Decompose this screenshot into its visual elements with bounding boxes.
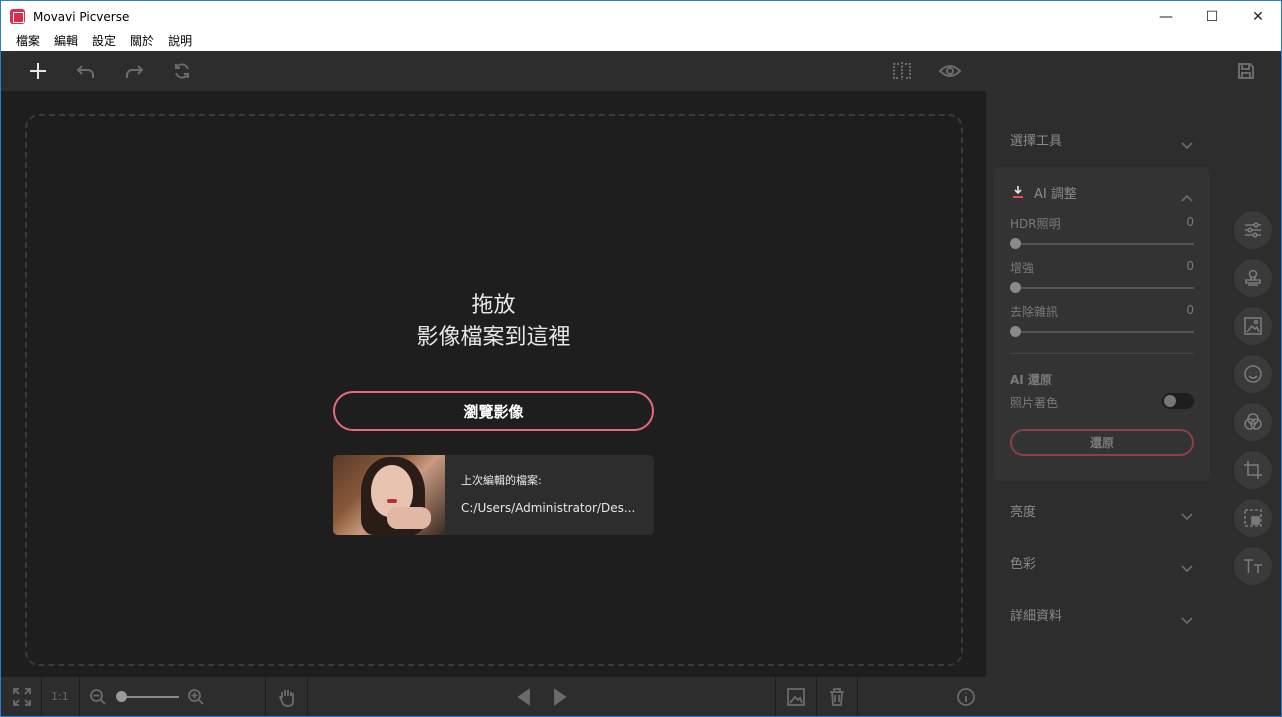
- minimize-button[interactable]: —: [1143, 1, 1189, 32]
- colorize-label: 照片著色: [1010, 396, 1059, 410]
- zoom-out-icon[interactable]: [87, 686, 109, 708]
- enhance-handle[interactable]: [1010, 282, 1021, 293]
- zoom-slider-track[interactable]: [121, 696, 179, 698]
- section-color[interactable]: 色彩: [1010, 553, 1036, 572]
- save-icon[interactable]: [1233, 59, 1259, 83]
- colorize-toggle[interactable]: [1162, 393, 1194, 409]
- zoom-in-icon[interactable]: [185, 686, 207, 708]
- face-retouch-icon[interactable]: [1234, 355, 1272, 393]
- stamp-icon[interactable]: [1234, 259, 1272, 297]
- next-image-icon[interactable]: [549, 686, 571, 708]
- info-icon[interactable]: [955, 686, 977, 708]
- top-toolbar: [1, 51, 1281, 91]
- menu-help[interactable]: 說明: [161, 32, 199, 51]
- app-window: Movavi Picverse — ☐ ✕ 檔案 編輯 設定 關於 說明 拖放 …: [0, 0, 1282, 717]
- fit-screen-icon[interactable]: [11, 686, 33, 708]
- hdr-lighting-handle[interactable]: [1010, 238, 1021, 249]
- enhance-label: 增強: [1010, 261, 1035, 275]
- close-button[interactable]: ✕: [1235, 1, 1281, 32]
- actual-size-button[interactable]: 1:1: [51, 690, 69, 703]
- right-panel: 選擇工具 AI 調整 HDR照明 0 增強 0 去除雜訊 0 AI 還原 照片著…: [986, 91, 1281, 716]
- drop-zone[interactable]: [25, 114, 963, 666]
- download-icon: [1012, 184, 1024, 198]
- chevron-down-icon[interactable]: [1181, 135, 1193, 150]
- ai-adjust-title[interactable]: AI 調整: [1034, 183, 1077, 202]
- menu-edit[interactable]: 編輯: [47, 32, 85, 51]
- drop-subheading: 影像檔案到這裡: [416, 325, 571, 350]
- title-bar: Movavi Picverse — ☐ ✕: [1, 1, 1281, 32]
- chevron-down-icon[interactable]: [1181, 610, 1193, 625]
- eye-icon[interactable]: [937, 59, 963, 83]
- adjust-sliders-icon[interactable]: [1234, 211, 1272, 249]
- divider: [1010, 353, 1194, 354]
- app-logo-icon: [10, 9, 25, 24]
- hdr-lighting-value: 0: [1186, 215, 1194, 229]
- zoom-slider-handle[interactable]: [116, 691, 127, 702]
- chevron-up-icon[interactable]: [1181, 187, 1193, 202]
- menu-file[interactable]: 檔案: [9, 32, 47, 51]
- drop-heading: 拖放: [471, 293, 516, 318]
- crop-icon[interactable]: [1234, 451, 1272, 489]
- ai-adjust-section: AI 調整 HDR照明 0 增強 0 去除雜訊 0 AI 還原 照片著色 還原: [994, 167, 1210, 481]
- background-icon[interactable]: [1234, 307, 1272, 345]
- select-area-icon[interactable]: [1234, 499, 1272, 537]
- recent-file-path: C:/Users/Administrator/Des...: [461, 501, 636, 515]
- image-info-icon[interactable]: [785, 686, 807, 708]
- hdr-lighting-label: HDR照明: [1010, 217, 1061, 231]
- recent-file-thumbnail: [333, 455, 445, 535]
- undo-icon[interactable]: [73, 59, 99, 83]
- color-filters-icon[interactable]: [1234, 403, 1272, 441]
- enhance-slider[interactable]: [1010, 287, 1194, 289]
- section-details[interactable]: 詳細資料: [1010, 605, 1062, 624]
- section-brightness[interactable]: 亮度: [1010, 501, 1036, 520]
- section-select-tools[interactable]: 選擇工具: [1010, 130, 1062, 149]
- menu-bar: 檔案 編輯 設定 關於 說明: [1, 32, 1281, 51]
- recent-file-label: 上次編輯的檔案:: [461, 474, 542, 487]
- chevron-down-icon[interactable]: [1181, 506, 1193, 521]
- reset-icon[interactable]: [169, 59, 195, 83]
- canvas-area: 拖放 影像檔案到這裡 瀏覽影像 上次編輯的檔案: C:/Users/Admini…: [1, 91, 986, 677]
- recent-file-card[interactable]: 上次編輯的檔案: C:/Users/Administrator/Des...: [333, 455, 654, 535]
- bottom-toolbar: 1:1: [1, 677, 986, 716]
- window-controls: — ☐ ✕: [1143, 1, 1281, 32]
- compare-icon[interactable]: [889, 59, 915, 83]
- trash-icon[interactable]: [826, 686, 848, 708]
- ai-restore-title: AI 還原: [1010, 373, 1052, 387]
- hdr-lighting-slider[interactable]: [1010, 243, 1194, 245]
- enhance-value: 0: [1186, 259, 1194, 273]
- text-tool-icon[interactable]: [1234, 547, 1272, 585]
- plus-icon[interactable]: [25, 59, 51, 83]
- maximize-button[interactable]: ☐: [1189, 1, 1235, 32]
- window-title: Movavi Picverse: [33, 9, 130, 24]
- browse-images-button[interactable]: 瀏覽影像: [333, 391, 654, 431]
- denoise-value: 0: [1186, 303, 1194, 317]
- chevron-down-icon[interactable]: [1181, 558, 1193, 573]
- menu-about[interactable]: 關於: [123, 32, 161, 51]
- restore-button[interactable]: 還原: [1010, 429, 1194, 456]
- denoise-handle[interactable]: [1010, 326, 1021, 337]
- menu-settings[interactable]: 設定: [85, 32, 123, 51]
- denoise-slider[interactable]: [1010, 331, 1194, 333]
- denoise-label: 去除雜訊: [1010, 305, 1059, 319]
- hand-tool-icon[interactable]: [276, 686, 298, 708]
- redo-icon[interactable]: [121, 59, 147, 83]
- previous-image-icon[interactable]: [513, 686, 535, 708]
